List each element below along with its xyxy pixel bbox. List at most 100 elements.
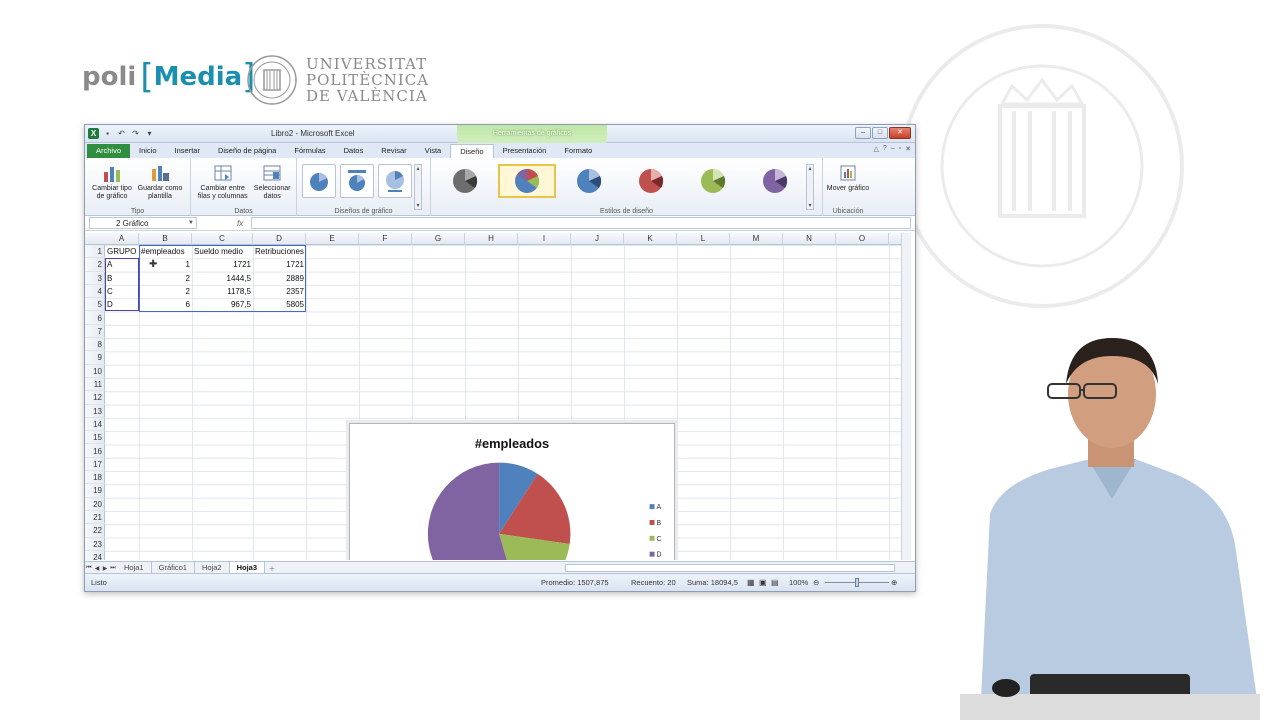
row-header-21[interactable]: 21: [85, 511, 105, 525]
cell-c4[interactable]: 1178,5: [192, 285, 253, 298]
cell-b2[interactable]: 1: [139, 258, 192, 271]
chart-layout-2[interactable]: [340, 164, 374, 198]
cell-d3[interactable]: 2889: [253, 272, 306, 285]
cell-c3[interactable]: 1444,5: [192, 272, 253, 285]
prev-sheet-icon[interactable]: ◀: [93, 565, 101, 572]
row-header-20[interactable]: 20: [85, 498, 105, 511]
zoom-in-icon[interactable]: ⊕: [891, 578, 897, 587]
minimize-button[interactable]: –: [855, 127, 871, 139]
cell-c1[interactable]: Sueldo medio: [192, 245, 253, 258]
row-header-5[interactable]: 5: [85, 298, 105, 312]
column-header-e[interactable]: E: [306, 233, 359, 245]
redo-icon[interactable]: ↷: [130, 128, 141, 139]
row-header-7[interactable]: 7: [85, 325, 105, 339]
cell-a2[interactable]: A: [105, 258, 139, 271]
cell-b4[interactable]: 2: [139, 285, 192, 298]
close-button[interactable]: ✕: [889, 127, 911, 139]
row-header-14[interactable]: 14: [85, 418, 105, 432]
column-header-n[interactable]: N: [783, 233, 836, 245]
row-header-8[interactable]: 8: [85, 338, 105, 352]
normal-view-icon[interactable]: ▦: [747, 578, 755, 587]
row-header-6[interactable]: 6: [85, 312, 105, 325]
column-header-g[interactable]: G: [412, 233, 465, 245]
cell-c5[interactable]: 967,5: [192, 298, 253, 311]
help-icon[interactable]: ?: [883, 145, 887, 153]
page-break-view-icon[interactable]: ▤: [771, 578, 779, 587]
cell-d1[interactable]: Retribuciones: [253, 245, 306, 258]
chart-layout-3[interactable]: [378, 164, 412, 198]
tab-vista[interactable]: Vista: [416, 144, 451, 158]
legend-label-c[interactable]: C: [657, 536, 662, 543]
row-header-18[interactable]: 18: [85, 471, 105, 485]
zoom-slider-handle[interactable]: [855, 578, 859, 587]
chart-style-5[interactable]: [684, 164, 742, 198]
doc-close-icon[interactable]: ✕: [905, 145, 911, 153]
tab-datos[interactable]: Datos: [335, 144, 373, 158]
row-header-13[interactable]: 13: [85, 405, 105, 418]
cell-b5[interactable]: 6: [139, 298, 192, 311]
row-header-23[interactable]: 23: [85, 538, 105, 551]
row-header-4[interactable]: 4: [85, 285, 105, 299]
row-header-9[interactable]: 9: [85, 351, 105, 365]
row-header-15[interactable]: 15: [85, 431, 105, 445]
row-header-16[interactable]: 16: [85, 445, 105, 458]
column-header-h[interactable]: H: [465, 233, 518, 245]
tab-formulas[interactable]: Fórmulas: [285, 144, 334, 158]
column-header-l[interactable]: L: [677, 233, 730, 245]
cell-a3[interactable]: B: [105, 272, 139, 285]
row-header-3[interactable]: 3: [85, 272, 105, 285]
chart-layout-1[interactable]: [302, 164, 336, 198]
legend-label-b[interactable]: B: [657, 520, 662, 527]
row-header-17[interactable]: 17: [85, 458, 105, 472]
cell-b1[interactable]: #empleados: [139, 245, 192, 258]
doc-minimize-icon[interactable]: –: [891, 145, 895, 153]
pie-chart[interactable]: #empleados A B C D: [349, 423, 675, 560]
next-sheet-icon[interactable]: ▶: [101, 565, 109, 572]
collapse-ribbon-icon[interactable]: △: [873, 145, 878, 153]
tab-inicio[interactable]: Inicio: [130, 144, 166, 158]
chart-title[interactable]: #empleados: [475, 436, 549, 451]
legend-label-d[interactable]: D: [657, 552, 662, 559]
formula-input[interactable]: [251, 217, 911, 229]
cell-d5[interactable]: 5805: [253, 298, 306, 311]
worksheet[interactable]: ABCDEFGHIJKLMNO 1 2 3 4 5 6 7 8 9 10 11 12 13 14 15 16 1…: [85, 233, 907, 560]
layouts-scroller[interactable]: ▴ ▾: [414, 164, 422, 210]
row-header-22[interactable]: 22: [85, 524, 105, 538]
row-header-12[interactable]: 12: [85, 391, 105, 405]
legend-label-a[interactable]: A: [657, 504, 662, 511]
column-header-f[interactable]: F: [359, 233, 412, 245]
maximize-button[interactable]: □: [872, 127, 888, 139]
column-header-d[interactable]: D: [253, 233, 306, 245]
cell-b3[interactable]: 2: [139, 272, 192, 285]
cell-c2[interactable]: 1721: [192, 258, 253, 271]
name-box-dropdown-icon[interactable]: ▼: [188, 218, 194, 229]
zoom-out-icon[interactable]: ⊖: [813, 578, 819, 587]
row-header-19[interactable]: 19: [85, 484, 105, 498]
tab-archivo[interactable]: Archivo: [87, 144, 131, 158]
cell-a4[interactable]: C: [105, 285, 139, 298]
cell-d4[interactable]: 2357: [253, 285, 306, 298]
column-header-c[interactable]: C: [192, 233, 253, 245]
insert-sheet-icon[interactable]: ＋: [265, 564, 279, 573]
column-header-o[interactable]: O: [836, 233, 889, 245]
chart-style-4[interactable]: [622, 164, 680, 198]
cell-a1[interactable]: GRUPO: [105, 245, 139, 258]
page-layout-view-icon[interactable]: ▣: [759, 578, 767, 587]
column-header-i[interactable]: I: [518, 233, 571, 245]
styles-scroller[interactable]: ▴ ▾: [806, 164, 814, 210]
doc-restore-icon[interactable]: ▫: [899, 145, 901, 153]
chart-style-2[interactable]: [498, 164, 556, 198]
tab-presentacion[interactable]: Presentación: [494, 144, 556, 158]
insert-function-icon[interactable]: fx: [237, 219, 243, 228]
cell-d2[interactable]: 1721: [253, 258, 306, 271]
row-header-10[interactable]: 10: [85, 365, 105, 378]
name-box[interactable]: 2 Gráfico ▼: [89, 217, 197, 229]
last-sheet-icon[interactable]: ⏭: [109, 565, 117, 572]
tab-revisar[interactable]: Revisar: [372, 144, 415, 158]
column-header-j[interactable]: J: [571, 233, 624, 245]
save-icon[interactable]: ▪: [102, 128, 113, 139]
column-header-b[interactable]: B: [139, 233, 192, 245]
zoom-level[interactable]: 100%: [789, 578, 808, 587]
undo-icon[interactable]: ↶: [116, 128, 127, 139]
vertical-scrollbar[interactable]: [901, 233, 911, 560]
